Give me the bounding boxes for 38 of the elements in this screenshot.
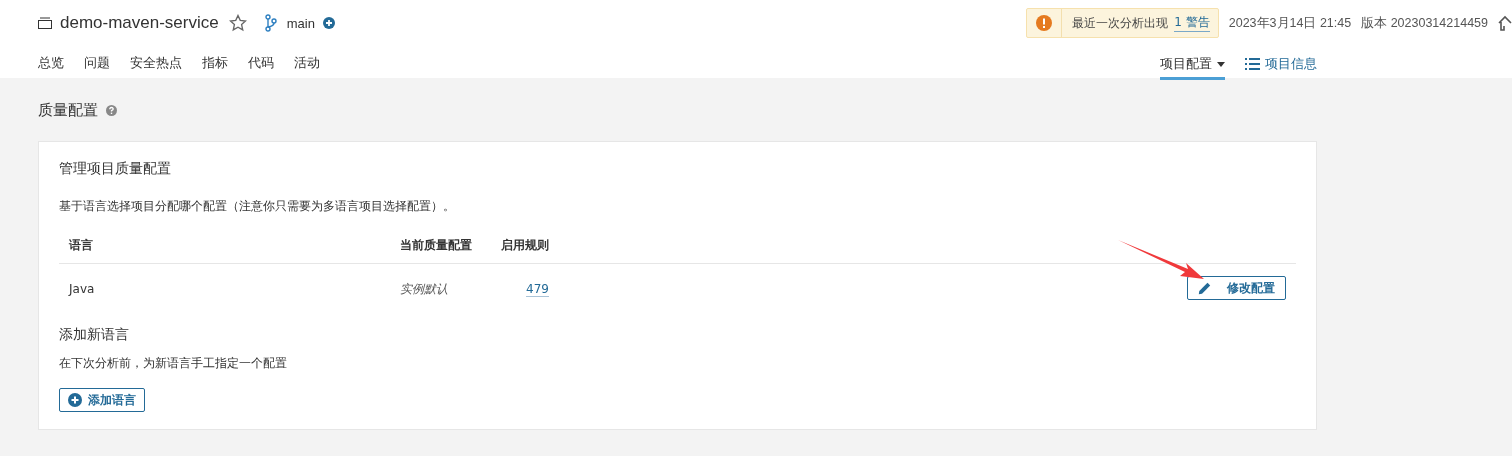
pencil-icon [1198,281,1211,295]
home-icon[interactable] [1498,15,1512,31]
section-description: 在下次分析前，为新语言手工指定一个配置 [59,355,288,372]
star-icon[interactable] [228,14,247,32]
branch-name[interactable]: main [286,15,315,31]
project-name[interactable]: demo-maven-service [60,13,219,33]
edit-button[interactable]: 修改配置 [1187,276,1286,300]
card-title: 管理项目质量配置 [59,160,172,178]
column-header: 当前质量配置 [390,227,487,264]
page-title: 质量配置 [38,100,98,120]
plus-icon [68,393,82,407]
warning-icon [1036,15,1053,31]
column-header: 语言 [59,227,390,264]
section-title: 添加新语言 [59,326,130,344]
warning-link[interactable]: 1 警告 [1174,14,1210,32]
warning-text: 最近一次分析出现 [1072,14,1169,32]
caret-icon [1217,61,1225,67]
nav-tab[interactable]: 活动 [294,46,320,81]
help-icon[interactable] [106,104,117,116]
nav-tab[interactable]: 代码 [248,46,274,81]
project-icon [38,17,52,29]
analysis-date: 2023年3月14日 21:45 [1228,14,1352,32]
list-icon [1245,58,1260,70]
version-label: 版本 20230314214459 [1361,14,1488,32]
table-cell: 实例默认 [390,263,487,312]
card-description: 基于语言选择项目分配哪个配置（注意你只需要为多语言项目选择配置）。 [59,198,456,215]
rules-link[interactable]: 479 [526,282,549,297]
nav-tab[interactable]: 总览 [38,46,64,81]
nav-tab[interactable]: 项目配置 [1160,46,1225,80]
nav-tab[interactable]: 项目信息 [1245,46,1317,80]
add-language-button[interactable]: 添加语言 [59,388,145,412]
nav-tab[interactable]: 指标 [202,46,228,81]
nav-tab[interactable]: 安全热点 [130,46,182,81]
plus-icon[interactable] [322,17,335,29]
table-cell: Java [59,263,390,312]
column-header: 启用规则 [487,227,559,264]
nav-tab[interactable]: 问题 [84,46,110,81]
branch-icon [264,14,277,32]
